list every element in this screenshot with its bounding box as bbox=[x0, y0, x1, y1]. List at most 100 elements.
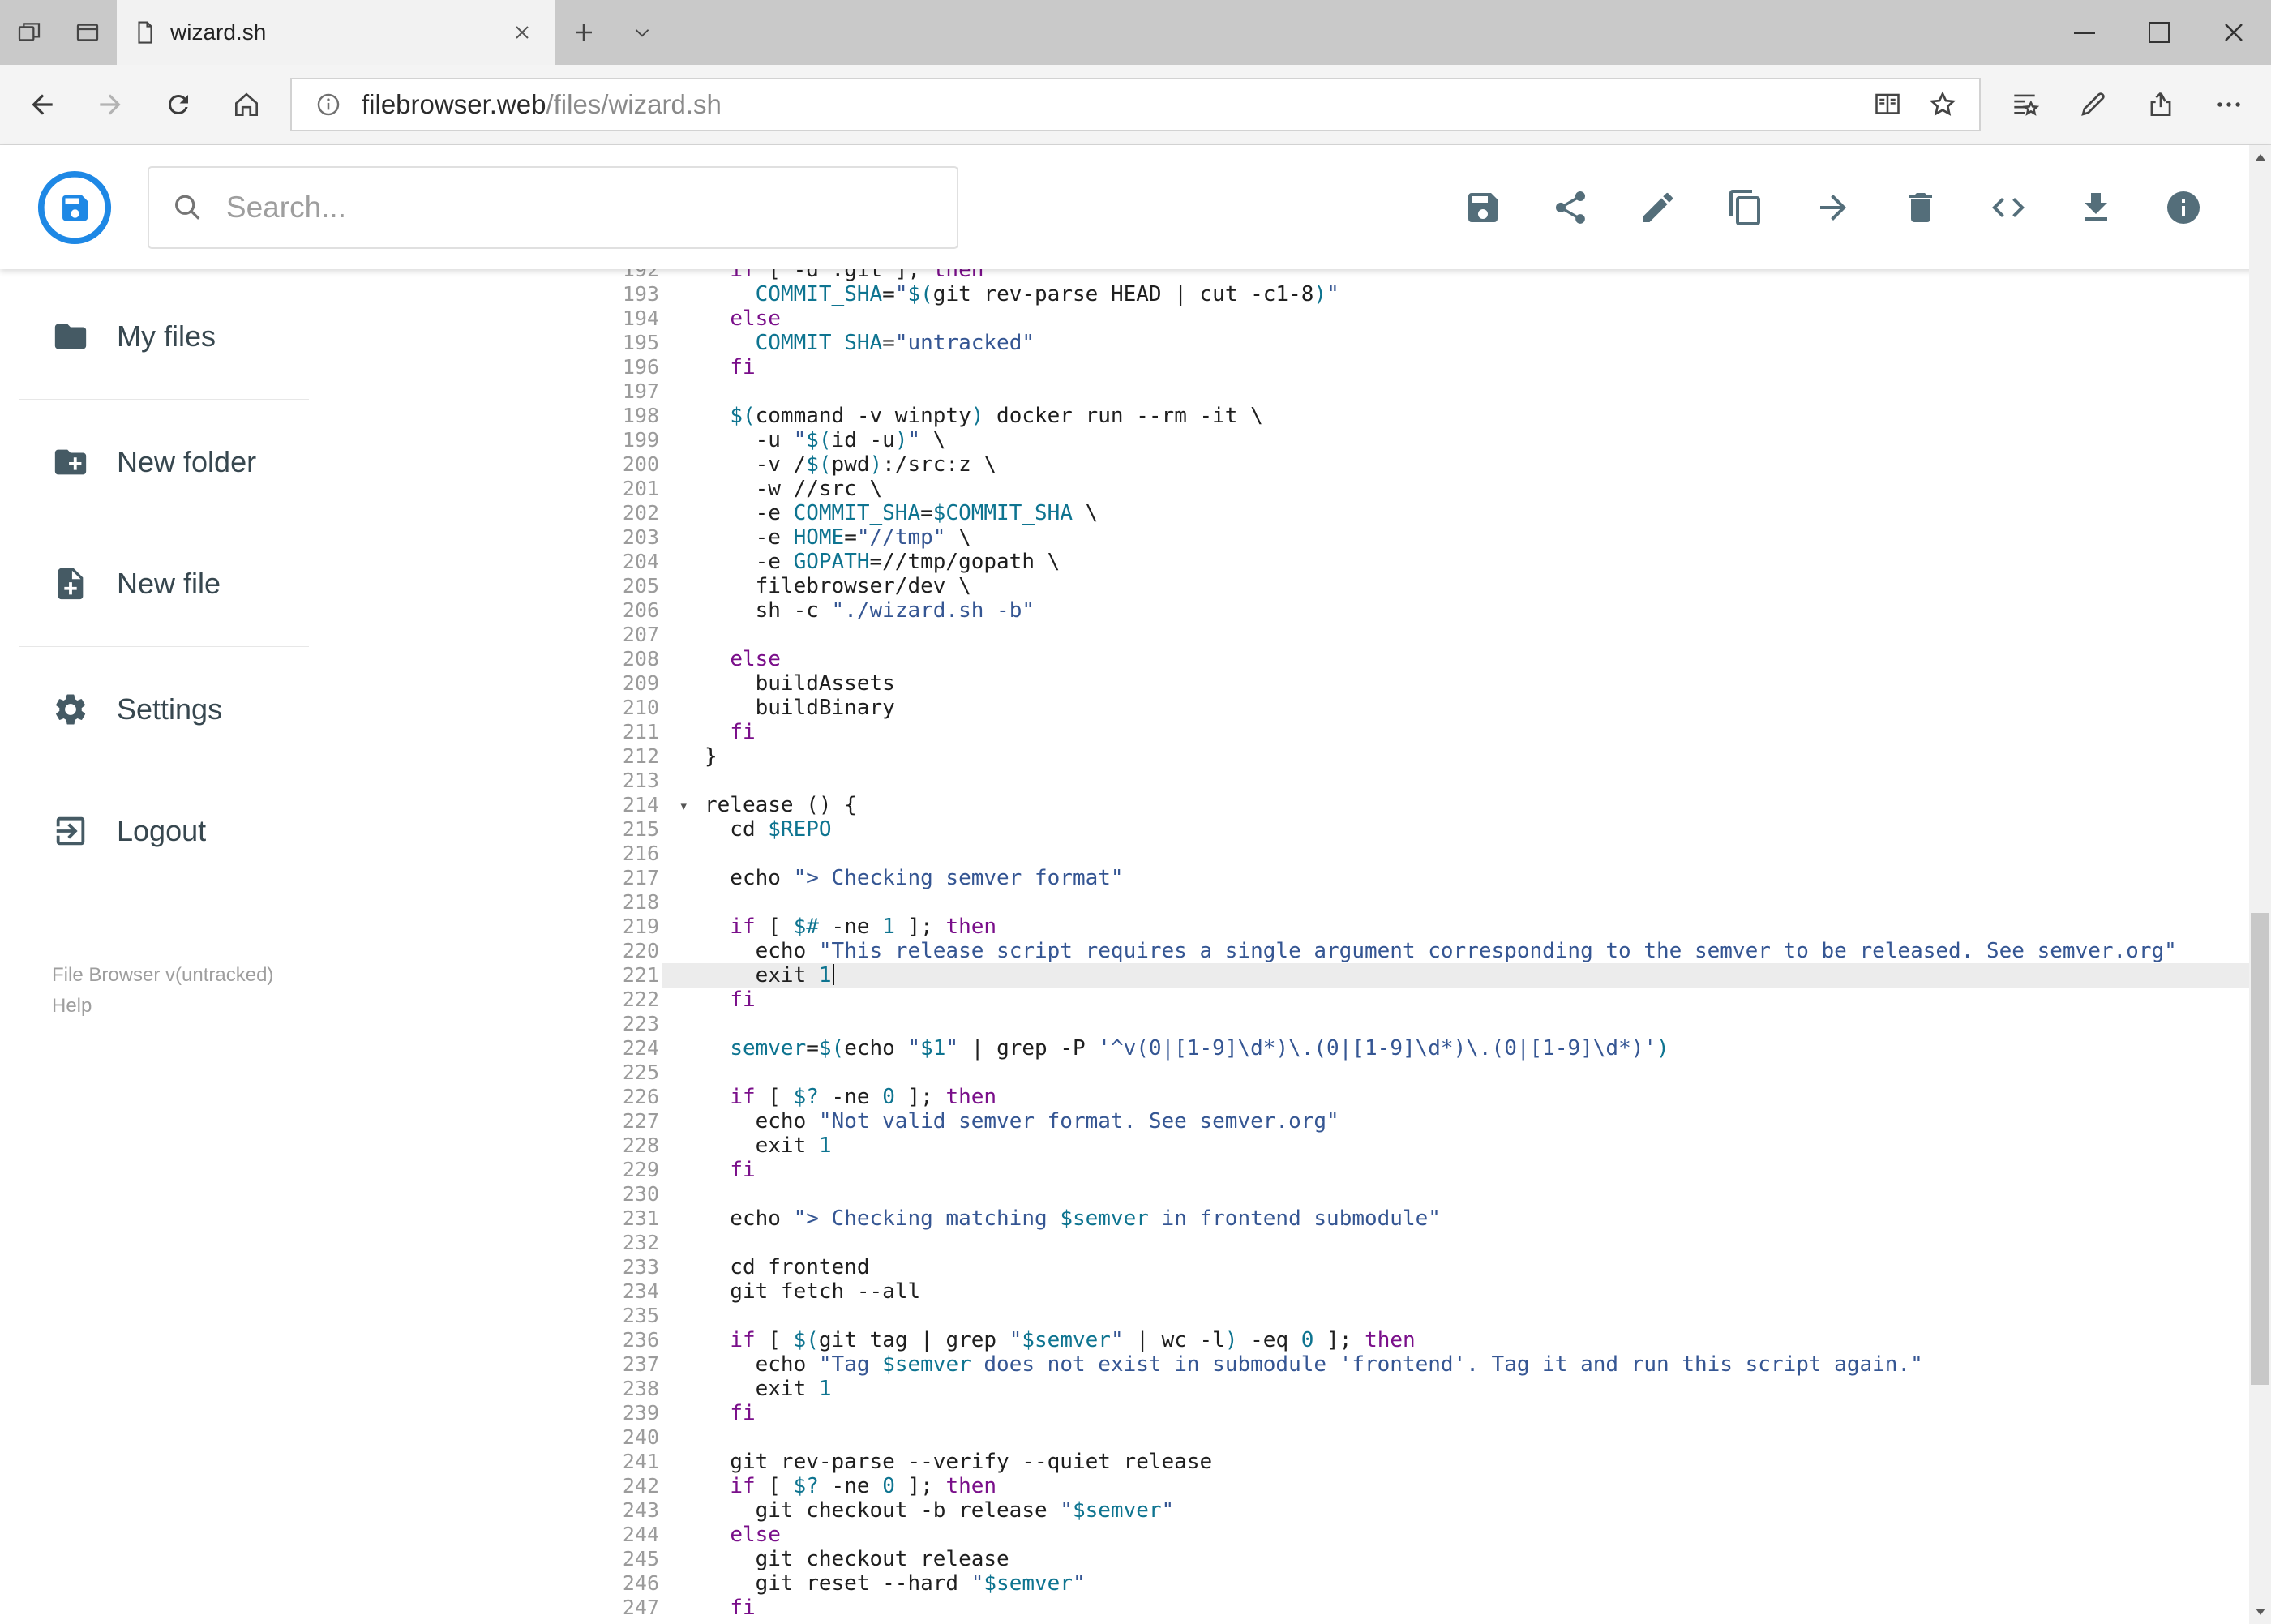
code-row[interactable]: 212} bbox=[328, 744, 2271, 769]
code-row[interactable]: 217 echo "> Checking semver format" bbox=[328, 866, 2271, 890]
code-row[interactable]: 228 exit 1 bbox=[328, 1133, 2271, 1158]
code-row[interactable]: 222 fi bbox=[328, 988, 2271, 1012]
code-row[interactable]: 232 bbox=[328, 1231, 2271, 1255]
tab-strip-chevron-button[interactable] bbox=[613, 0, 671, 65]
code-row[interactable]: 230 bbox=[328, 1182, 2271, 1206]
code-row[interactable]: 226 if [ $? -ne 0 ]; then bbox=[328, 1085, 2271, 1109]
sidebar-item-new-folder[interactable]: New folder bbox=[0, 401, 328, 523]
code-editor[interactable]: 192 if [ -d .git ]; then 193 COMMIT_SHA="… bbox=[328, 269, 2271, 1624]
code-row[interactable]: 197 bbox=[328, 379, 2271, 404]
code-row[interactable]: 237 echo "Tag $semver does not exist in … bbox=[328, 1352, 2271, 1377]
code-row[interactable]: 220 echo "This release script requires a… bbox=[328, 939, 2271, 963]
scrollbar-track[interactable] bbox=[2249, 169, 2271, 1600]
code-row[interactable]: 194 else bbox=[328, 306, 2271, 331]
code-row[interactable]: 221 exit 1 bbox=[328, 963, 2271, 988]
code-row[interactable]: 241 git rev-parse --verify --quiet relea… bbox=[328, 1450, 2271, 1474]
sidebar-item-new-file[interactable]: New file bbox=[0, 523, 328, 645]
code-row[interactable]: 199 -u "$(id -u)" \ bbox=[328, 428, 2271, 452]
download-button[interactable] bbox=[2075, 186, 2117, 229]
sidebar-item-my-files[interactable]: My files bbox=[0, 276, 328, 397]
code-row[interactable]: 223 bbox=[328, 1012, 2271, 1036]
code-row[interactable]: 214 ▾ release () { bbox=[328, 793, 2271, 817]
add-favorite-button[interactable] bbox=[1921, 83, 1965, 126]
code-row[interactable]: 233 cd frontend bbox=[328, 1255, 2271, 1279]
code-row[interactable]: 240 bbox=[328, 1425, 2271, 1450]
scrollbar-thumb[interactable] bbox=[2251, 913, 2269, 1386]
code-row[interactable]: 238 exit 1 bbox=[328, 1377, 2271, 1401]
code-row[interactable]: 213 bbox=[328, 769, 2271, 793]
fold-marker-icon[interactable]: ▾ bbox=[679, 794, 688, 818]
info-button[interactable] bbox=[2162, 186, 2205, 229]
code-row[interactable]: 209 buildAssets bbox=[328, 671, 2271, 696]
code-row[interactable]: 205 filebrowser/dev \ bbox=[328, 574, 2271, 598]
code-row[interactable]: 227 echo "Not valid semver format. See s… bbox=[328, 1109, 2271, 1133]
search-input[interactable] bbox=[224, 189, 934, 225]
minimize-button[interactable] bbox=[2047, 0, 2122, 65]
code-row[interactable]: 242 if [ $? -ne 0 ]; then bbox=[328, 1474, 2271, 1498]
code-row[interactable]: 198 $(command -v winpty) docker run --rm… bbox=[328, 404, 2271, 428]
tab-preview-button[interactable] bbox=[58, 0, 117, 65]
share-file-button[interactable] bbox=[1549, 186, 1592, 229]
code-row[interactable]: 208 else bbox=[328, 647, 2271, 671]
browser-tab[interactable]: wizard.sh bbox=[117, 0, 555, 65]
refresh-button[interactable] bbox=[144, 71, 212, 139]
code-row[interactable]: 192 if [ -d .git ]; then bbox=[328, 269, 2271, 282]
sidebar-item-settings[interactable]: Settings bbox=[0, 649, 328, 770]
code-row[interactable]: 215 cd $REPO bbox=[328, 817, 2271, 842]
back-button[interactable] bbox=[8, 71, 76, 139]
delete-button[interactable] bbox=[1900, 186, 1942, 229]
maximize-button[interactable] bbox=[2122, 0, 2196, 65]
new-tab-button[interactable] bbox=[555, 0, 613, 65]
site-info-icon[interactable] bbox=[306, 83, 350, 126]
code-row[interactable]: 231 echo "> Checking matching $semver in… bbox=[328, 1206, 2271, 1231]
web-notes-button[interactable] bbox=[2059, 71, 2127, 139]
code-row[interactable]: 200 -v /$(pwd):/src:z \ bbox=[328, 452, 2271, 477]
code-row[interactable]: 202 -e COMMIT_SHA=$COMMIT_SHA \ bbox=[328, 501, 2271, 525]
code-row[interactable]: 196 fi bbox=[328, 355, 2271, 379]
search-box[interactable] bbox=[148, 165, 958, 249]
code-row[interactable]: 216 bbox=[328, 842, 2271, 866]
code-row[interactable]: 201 -w //src \ bbox=[328, 477, 2271, 501]
filebrowser-logo[interactable] bbox=[37, 170, 112, 245]
code-row[interactable]: 245 git checkout release bbox=[328, 1547, 2271, 1571]
close-button[interactable] bbox=[2196, 0, 2271, 65]
code-row[interactable]: 234 git fetch --all bbox=[328, 1279, 2271, 1304]
code-row[interactable]: 236 if [ $(git tag | grep "$semver" | wc… bbox=[328, 1328, 2271, 1352]
move-button[interactable] bbox=[1812, 186, 1854, 229]
code-row[interactable]: 193 COMMIT_SHA="$(git rev-parse HEAD | c… bbox=[328, 282, 2271, 306]
forward-button[interactable] bbox=[76, 71, 144, 139]
code-row[interactable]: 206 sh -c "./wizard.sh -b" bbox=[328, 598, 2271, 623]
code-row[interactable]: 225 bbox=[328, 1061, 2271, 1085]
code-row[interactable]: 219 if [ $# -ne 1 ]; then bbox=[328, 915, 2271, 939]
set-aside-tabs-button[interactable] bbox=[0, 0, 58, 65]
save-button[interactable] bbox=[1462, 186, 1504, 229]
scroll-up-button[interactable] bbox=[2249, 145, 2271, 169]
code-row[interactable]: 211 fi bbox=[328, 720, 2271, 744]
code-row[interactable]: 218 bbox=[328, 890, 2271, 915]
code-row[interactable]: 243 git checkout -b release "$semver" bbox=[328, 1498, 2271, 1523]
copy-button[interactable] bbox=[1725, 186, 1767, 229]
sidebar-item-logout[interactable]: Logout bbox=[0, 770, 328, 892]
url-text[interactable]: filebrowser.web/files/wizard.sh bbox=[362, 89, 722, 120]
code-row[interactable]: 224 semver=$(echo "$1" | grep -P '^v(0|[… bbox=[328, 1036, 2271, 1061]
tab-close-icon[interactable] bbox=[506, 16, 538, 49]
code-row[interactable]: 203 -e HOME="//tmp" \ bbox=[328, 525, 2271, 550]
reading-view-button[interactable] bbox=[1866, 83, 1909, 126]
home-button[interactable] bbox=[212, 71, 281, 139]
code-view-button[interactable] bbox=[1987, 186, 2029, 229]
code-row[interactable]: 229 fi bbox=[328, 1158, 2271, 1182]
code-row[interactable]: 235 bbox=[328, 1304, 2271, 1328]
page-scrollbar[interactable] bbox=[2249, 145, 2271, 1624]
code-row[interactable]: 210 buildBinary bbox=[328, 696, 2271, 720]
rename-button[interactable] bbox=[1637, 186, 1679, 229]
help-link[interactable]: Help bbox=[52, 991, 273, 1022]
more-menu-button[interactable] bbox=[2195, 71, 2263, 139]
code-row[interactable]: 244 else bbox=[328, 1523, 2271, 1547]
code-row[interactable]: 207 bbox=[328, 623, 2271, 647]
scroll-down-button[interactable] bbox=[2249, 1600, 2271, 1624]
code-row[interactable]: 246 git reset --hard "$semver" bbox=[328, 1571, 2271, 1596]
share-button[interactable] bbox=[2127, 71, 2195, 139]
code-row[interactable]: 195 COMMIT_SHA="untracked" bbox=[328, 331, 2271, 355]
code-row[interactable]: 204 -e GOPATH=//tmp/gopath \ bbox=[328, 550, 2271, 574]
code-row[interactable]: 239 fi bbox=[328, 1401, 2271, 1425]
